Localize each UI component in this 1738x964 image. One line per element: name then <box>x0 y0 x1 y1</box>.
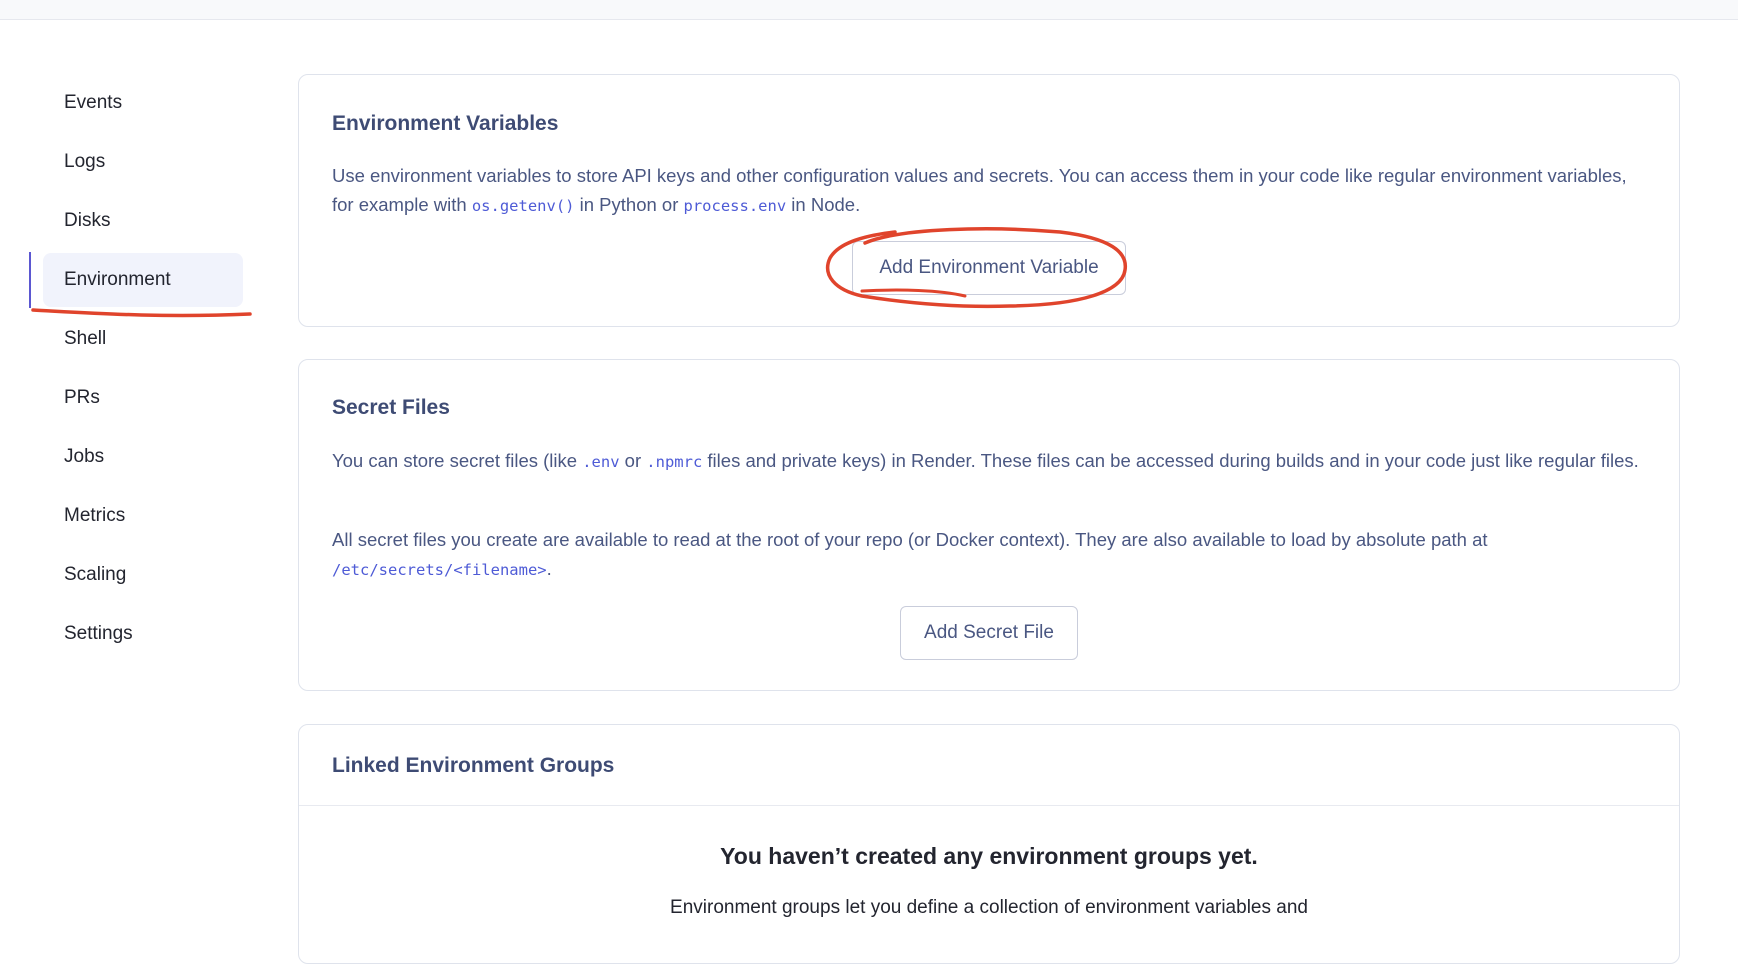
sidebar-item-environment[interactable]: Environment <box>43 253 243 307</box>
sidebar-item-label: Logs <box>64 151 106 172</box>
sidebar-item-label: Events <box>64 92 123 113</box>
sidebar-item-label: Disks <box>64 210 111 231</box>
sidebar-item-label: Metrics <box>64 505 126 526</box>
card-title: Environment Variables <box>332 112 559 135</box>
card-description: Use environment variables to store API k… <box>332 161 1642 221</box>
sidebar-item-shell[interactable]: Shell <box>43 312 243 366</box>
sidebar-item-metrics[interactable]: Metrics <box>43 489 243 543</box>
sidebar-item-label: PRs <box>64 387 100 408</box>
code-snippet: .npmrc <box>646 453 703 471</box>
divider <box>299 805 1679 806</box>
secret-files-card: Secret Files You can store secret files … <box>298 359 1680 691</box>
description-text: in Python or <box>574 194 684 215</box>
sidebar-item-jobs[interactable]: Jobs <box>43 430 243 484</box>
description-text: All secret files you create are availabl… <box>332 529 1488 550</box>
description-text: You can store secret files (like <box>332 450 583 471</box>
linked-environment-groups-card: Linked Environment Groups You haven’t cr… <box>298 724 1680 964</box>
sidebar-item-label: Settings <box>64 623 133 644</box>
description-text: in Node. <box>786 194 861 215</box>
sidebar-item-label: Shell <box>64 328 107 349</box>
sidebar-item-events[interactable]: Events <box>43 76 243 130</box>
description-text: files and private keys) in Render. These… <box>702 450 1639 471</box>
active-indicator <box>29 252 31 308</box>
empty-state-description: Environment groups let you define a coll… <box>670 897 1308 918</box>
top-bar <box>0 0 1738 20</box>
add-secret-file-button[interactable]: Add Secret File <box>900 606 1078 660</box>
code-snippet: process.env <box>683 197 787 215</box>
description-text: . <box>546 558 552 579</box>
card-title: Secret Files <box>332 396 450 419</box>
sidebar-item-prs[interactable]: PRs <box>43 371 243 425</box>
sidebar-item-scaling[interactable]: Scaling <box>43 548 243 602</box>
code-snippet: .env <box>582 453 620 471</box>
sidebar-item-disks[interactable]: Disks <box>43 194 243 248</box>
add-environment-variable-button[interactable]: Add Environment Variable <box>852 241 1126 295</box>
card-title: Linked Environment Groups <box>332 754 615 777</box>
environment-variables-card: Environment Variables Use environment va… <box>298 74 1680 327</box>
sidebar-item-settings[interactable]: Settings <box>43 607 243 661</box>
code-snippet: os.getenv() <box>471 197 575 215</box>
sidebar-item-label: Environment <box>64 269 171 290</box>
card-description: All secret files you create are availabl… <box>332 525 1642 585</box>
sidebar-item-label: Scaling <box>64 564 127 585</box>
card-description: You can store secret files (like .env or… <box>332 446 1642 477</box>
empty-state-title: You haven’t created any environment grou… <box>720 843 1258 869</box>
code-snippet: /etc/secrets/<filename> <box>332 561 547 579</box>
sidebar-item-label: Jobs <box>64 446 105 467</box>
description-text: or <box>619 450 647 471</box>
sidebar-item-logs[interactable]: Logs <box>43 135 243 189</box>
